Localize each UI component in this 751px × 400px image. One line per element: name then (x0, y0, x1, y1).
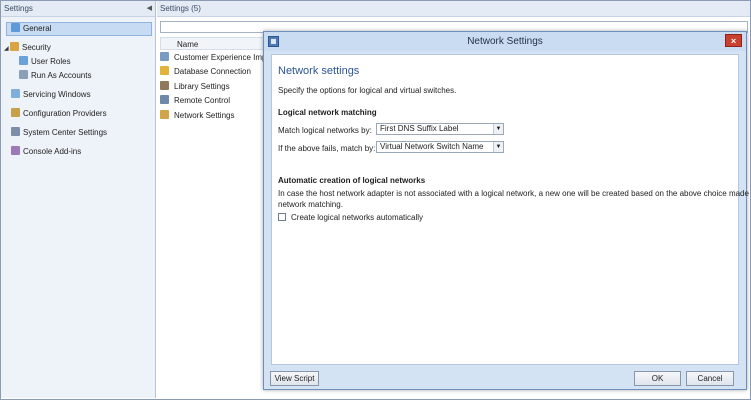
fallback-label: If the above fails, match by: (278, 144, 376, 153)
dialog-titlebar[interactable]: Network Settings × (264, 32, 746, 51)
system-center-settings-icon (11, 127, 20, 136)
nav-item-label: Configuration Providers (23, 109, 107, 118)
navigation-pane: Settings ◀ General ◢ Security User Roles … (1, 1, 156, 398)
nav-item-label: Security (22, 43, 51, 52)
list-row[interactable]: Customer Experience Imp (160, 51, 264, 65)
configuration-providers-icon (11, 108, 20, 117)
database-connection-icon (160, 66, 169, 75)
list-row[interactable]: Library Settings (160, 80, 264, 94)
chevron-down-icon: ▼ (493, 142, 503, 152)
remote-control-icon (160, 95, 169, 104)
list-row[interactable]: Database Connection (160, 65, 264, 79)
match-dropdown-value: First DNS Suffix Label (380, 124, 459, 133)
view-script-button[interactable]: View Script (270, 371, 319, 386)
nav-item-run-as-accounts[interactable]: Run As Accounts (19, 70, 91, 82)
fallback-dropdown-value: Virtual Network Switch Name (380, 142, 484, 151)
section-title-logical-matching: Logical network matching (278, 108, 377, 117)
close-button[interactable]: × (725, 34, 742, 47)
dialog-title: Network Settings (467, 36, 543, 47)
customer-experience-icon (160, 52, 169, 61)
column-header-name[interactable]: Name (160, 37, 266, 50)
match-logical-networks-dropdown[interactable]: First DNS Suffix Label ▼ (376, 123, 504, 135)
dialog-content: Network settings Specify the options for… (271, 54, 751, 365)
nav-item-label: System Center Settings (23, 128, 108, 137)
nav-item-label: Console Add-ins (23, 147, 82, 156)
network-settings-dialog: Network Settings × Network settings Spec… (263, 31, 751, 390)
nav-item-label: User Roles (31, 57, 71, 66)
description-text: Specify the options for logical and virt… (278, 86, 457, 95)
list-pane-title: Settings (5) (160, 4, 201, 13)
nav-pane-title: Settings (4, 4, 33, 13)
page-title: Network settings (278, 65, 360, 77)
column-header-label: Name (177, 40, 199, 49)
create-logical-networks-checkbox[interactable] (278, 213, 286, 221)
collapse-pane-icon[interactable]: ◀ (147, 1, 152, 17)
list-row-label: Customer Experience Imp (174, 53, 264, 62)
list-row-label: Library Settings (174, 82, 230, 91)
checkbox-label: Create logical networks automatically (291, 213, 424, 222)
nav-item-security[interactable]: ◢ Security (4, 42, 51, 54)
nav-item-console-add-ins[interactable]: Console Add-ins (11, 146, 81, 158)
nav-item-label: Run As Accounts (31, 71, 92, 80)
nav-item-general[interactable]: General (6, 22, 152, 36)
security-icon (10, 42, 19, 51)
library-settings-icon (160, 81, 169, 90)
list-row-label: Remote Control (174, 96, 231, 105)
fallback-match-dropdown[interactable]: Virtual Network Switch Name ▼ (376, 141, 504, 153)
user-roles-icon (19, 56, 28, 65)
general-settings-icon (11, 23, 20, 32)
nav-item-label: Servicing Windows (23, 90, 91, 99)
cancel-button[interactable]: Cancel (686, 371, 734, 386)
run-as-accounts-icon (19, 70, 28, 79)
list-row-label: Database Connection (174, 67, 251, 76)
match-label: Match logical networks by: (278, 126, 372, 135)
list-row[interactable]: Remote Control (160, 94, 264, 108)
chevron-down-icon: ▼ (493, 124, 503, 134)
nav-item-user-roles[interactable]: User Roles (19, 56, 71, 68)
nav-item-configuration-providers[interactable]: Configuration Providers (11, 108, 107, 120)
auto-creation-text-line2: network matching. (278, 200, 343, 209)
ok-button[interactable]: OK (634, 371, 681, 386)
list-row[interactable]: Network Settings (160, 109, 264, 123)
section-title-auto-creation: Automatic creation of logical networks (278, 176, 426, 185)
nav-pane-header: Settings ◀ (1, 1, 155, 17)
nav-item-label: General (23, 24, 52, 33)
auto-creation-text-line1: In case the host network adapter is not … (278, 189, 751, 198)
console-add-ins-icon (11, 146, 20, 155)
nav-item-servicing-windows[interactable]: Servicing Windows (11, 89, 91, 101)
list-pane-header: Settings (5) (157, 1, 750, 17)
nav-item-system-center-settings[interactable]: System Center Settings (11, 127, 107, 139)
network-settings-icon (160, 110, 169, 119)
servicing-windows-icon (11, 89, 20, 98)
app-icon (268, 36, 279, 47)
list-row-label: Network Settings (174, 111, 235, 120)
